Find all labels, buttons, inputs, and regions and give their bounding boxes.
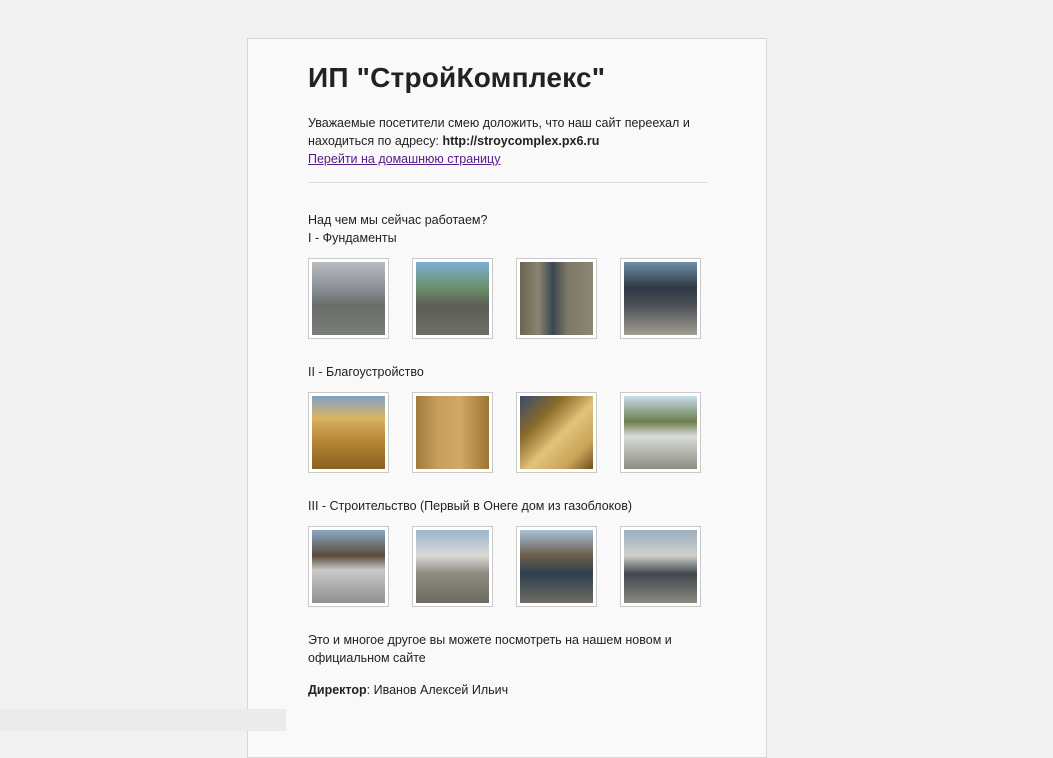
foundation-photo	[416, 262, 489, 335]
main-content: ИП "СтройКомплекс" Уважаемые посетители …	[308, 59, 708, 699]
gallery-foundations	[308, 258, 708, 339]
section-title-construction: III - Строительство (Первый в Онеге дом …	[308, 499, 633, 513]
director-name: Иванов Алексей Ильич	[373, 683, 509, 697]
gallery-thumbnail[interactable]	[308, 258, 389, 339]
gallery-thumbnail[interactable]	[620, 392, 701, 473]
construction-photo	[520, 530, 593, 603]
director-separator: :	[366, 683, 374, 697]
works-question: Над чем мы сейчас работаем?	[308, 213, 488, 227]
gallery-thumbnail[interactable]	[308, 392, 389, 473]
bottom-status-strip	[0, 709, 286, 731]
gallery-thumbnail[interactable]	[620, 526, 701, 607]
construction-photo	[312, 530, 385, 603]
divider	[308, 182, 708, 183]
foundation-photo	[624, 262, 697, 335]
gallery-thumbnail[interactable]	[516, 526, 597, 607]
landscaping-photo	[416, 396, 489, 469]
director-line: Директор: Иванов Алексей Ильич	[308, 681, 708, 699]
gallery-thumbnail[interactable]	[412, 392, 493, 473]
director-label: Директор	[308, 683, 367, 697]
gallery-thumbnail[interactable]	[620, 258, 701, 339]
content-card: ИП "СтройКомплекс" Уважаемые посетители …	[247, 38, 767, 758]
gallery-landscaping	[308, 392, 708, 473]
page-title: ИП "СтройКомплекс"	[308, 62, 606, 93]
gallery-thumbnail[interactable]	[516, 392, 597, 473]
home-page-link[interactable]: Перейти на домашнюю страницу	[308, 152, 500, 166]
section-title-foundations: I - Фундаменты	[308, 231, 397, 245]
outro-text: Это и многое другое вы можете посмотреть…	[308, 633, 672, 665]
gallery-thumbnail[interactable]	[412, 526, 493, 607]
section-title-landscaping: II - Благоустройство	[308, 365, 424, 379]
gallery-thumbnail[interactable]	[308, 526, 389, 607]
construction-photo	[624, 530, 697, 603]
relocation-notice: Уважаемые посетители смею доложить, что …	[308, 114, 708, 168]
landscaping-photo	[520, 396, 593, 469]
foundation-photo	[312, 262, 385, 335]
gallery-construction	[308, 526, 708, 607]
landscaping-photo	[624, 396, 697, 469]
landscaping-photo	[312, 396, 385, 469]
construction-photo	[416, 530, 489, 603]
gallery-thumbnail[interactable]	[412, 258, 493, 339]
gallery-thumbnail[interactable]	[516, 258, 597, 339]
foundation-photo	[520, 262, 593, 335]
new-site-address: http://stroycomplex.px6.ru	[442, 134, 600, 148]
